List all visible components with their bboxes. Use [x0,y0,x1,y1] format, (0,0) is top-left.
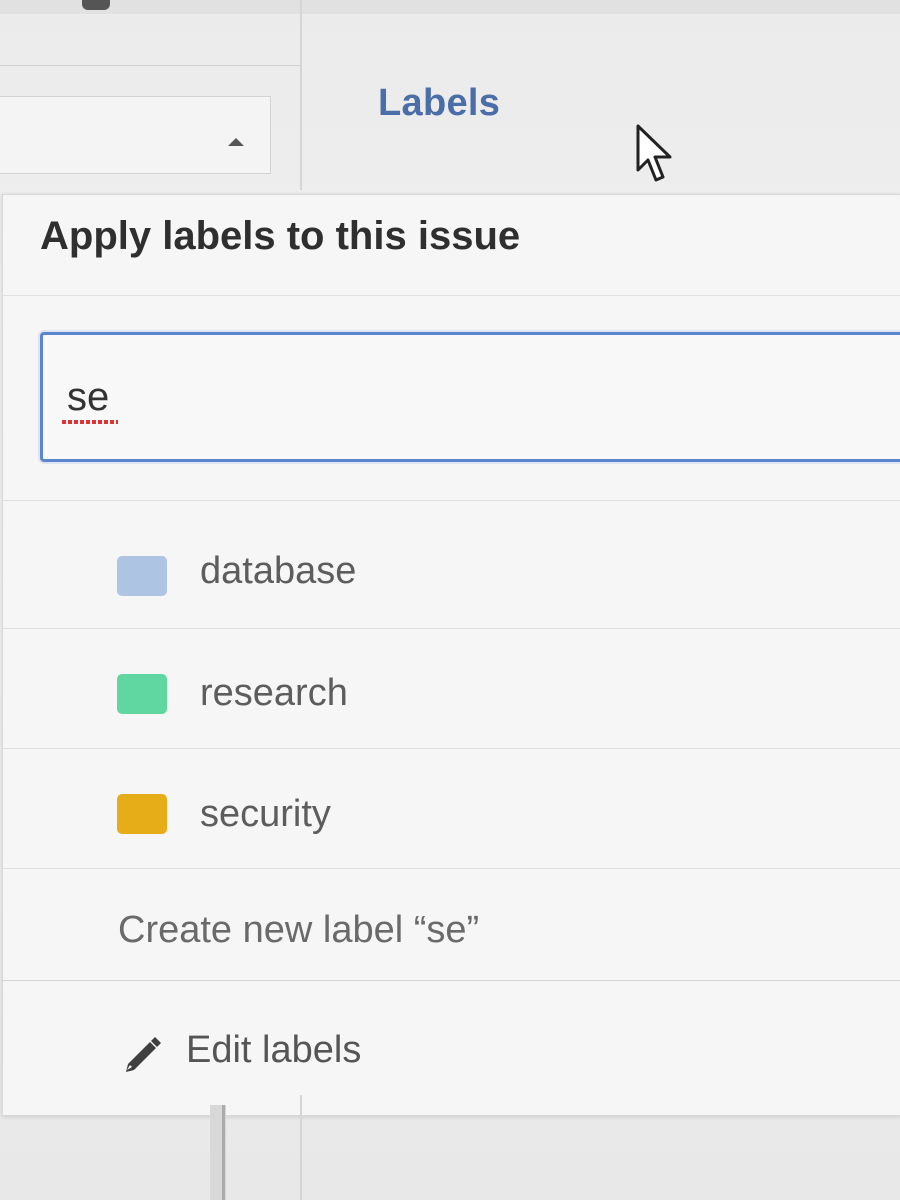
label-name: security [200,793,331,835]
create-label-text: Create new label “se” [118,909,480,951]
label-option-security[interactable]: security [2,750,900,869]
pencil-icon [126,1037,161,1072]
labels-title[interactable]: Labels [378,82,500,125]
spellcheck-underline [62,420,118,424]
edit-labels-link[interactable]: Edit labels [2,995,900,1105]
input-divider [2,500,900,501]
label-color-swatch [117,674,167,714]
vertical-divider [300,0,302,190]
title-divider [2,295,900,296]
label-color-swatch [117,794,167,834]
dropdown-title: Apply labels to this issue [40,214,521,258]
left-panel-box [0,96,271,174]
edit-labels-text: Edit labels [186,1029,362,1071]
label-option-database[interactable]: database [2,510,900,629]
caret-up-icon [228,138,244,146]
create-new-label-option[interactable]: Create new label “se” [2,875,900,981]
label-color-swatch [117,556,167,596]
label-search-input[interactable] [40,332,900,462]
top-strip [0,0,900,14]
top-icon-fragment [82,0,110,10]
mouse-pointer-icon [636,124,672,182]
background-divider [0,65,300,66]
label-option-research[interactable]: research [2,630,900,749]
lower-scroll-strip [222,1105,225,1200]
label-name: research [200,672,348,714]
lower-divider [300,1095,302,1200]
label-name: database [200,550,357,592]
